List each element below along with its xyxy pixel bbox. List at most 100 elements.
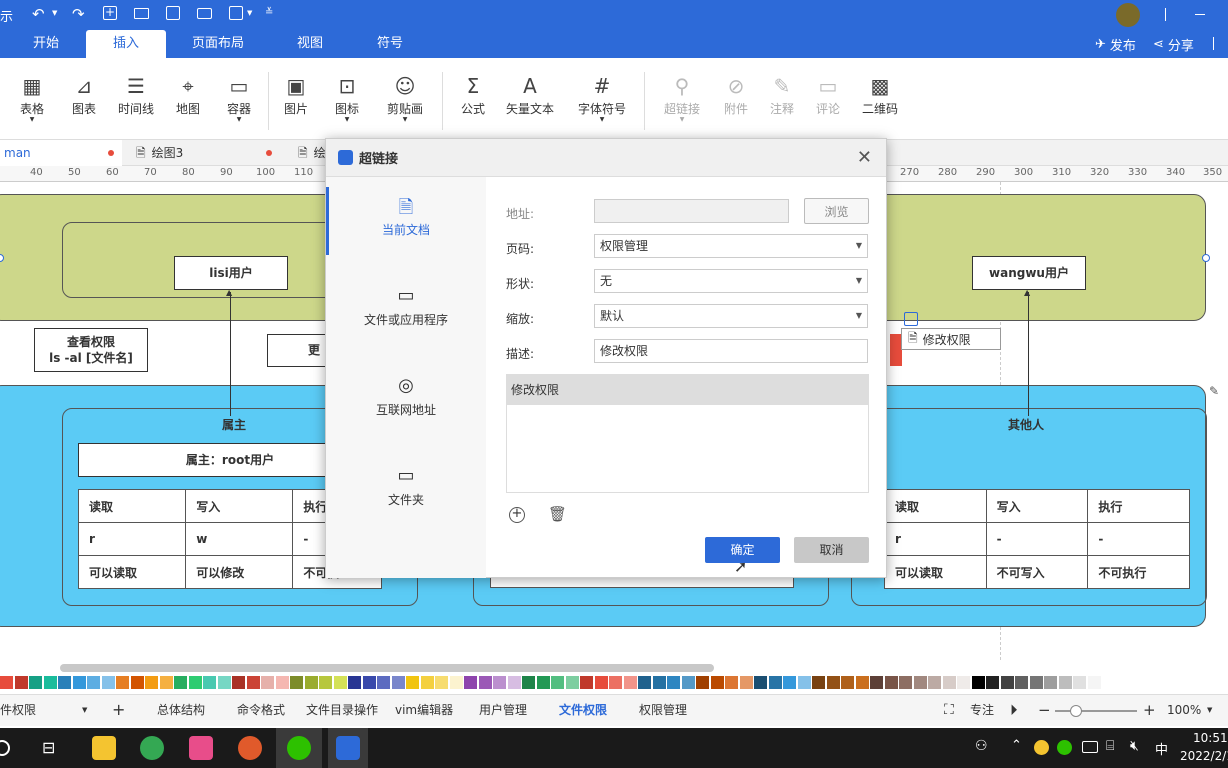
resize-handle[interactable] <box>1202 254 1210 262</box>
zoom-out-icon[interactable]: − <box>1038 695 1051 725</box>
sheet-tab[interactable]: 命令格式 <box>237 695 285 725</box>
horizontal-scrollbar[interactable] <box>60 664 714 672</box>
color-swatch[interactable] <box>884 676 898 689</box>
color-swatch[interactable] <box>841 676 854 689</box>
formula-button[interactable]: Σ 公式 <box>445 72 501 117</box>
color-swatch[interactable] <box>1044 676 1057 689</box>
color-swatch[interactable] <box>870 676 883 689</box>
color-swatch[interactable] <box>522 676 535 689</box>
color-swatch[interactable] <box>87 676 100 689</box>
battery-icon[interactable] <box>1082 741 1098 753</box>
wechat-tray-icon[interactable] <box>1057 740 1072 755</box>
sheet-tab[interactable]: vim编辑器 <box>395 695 453 725</box>
color-swatch[interactable] <box>333 676 347 689</box>
chevron-down-icon[interactable]: ▼ <box>1207 695 1212 725</box>
color-swatch[interactable] <box>768 676 782 689</box>
color-swatch[interactable] <box>1058 676 1072 689</box>
color-swatch[interactable] <box>116 676 129 689</box>
color-swatch[interactable] <box>478 676 492 689</box>
tab-symbol[interactable]: 符号 <box>366 30 414 58</box>
color-swatch[interactable] <box>638 676 651 689</box>
chrome-icon[interactable] <box>140 736 164 760</box>
doc-tab-drawing3[interactable]: 🗎 绘图3 <box>132 140 280 166</box>
open-folder-icon[interactable] <box>134 8 149 19</box>
color-swatch[interactable] <box>1015 676 1028 689</box>
vector-text-button[interactable]: A 矢量文本 <box>496 72 564 117</box>
sheet-tab[interactable]: 用户管理 <box>479 695 527 725</box>
color-swatch[interactable] <box>725 676 738 689</box>
chart-button[interactable]: ⊿ 图表 <box>56 72 112 117</box>
focus-icon[interactable]: ⛶ <box>944 695 954 725</box>
color-swatch[interactable] <box>507 676 521 689</box>
color-swatch[interactable] <box>188 676 202 689</box>
file-explorer-icon[interactable] <box>92 736 116 760</box>
zoom-slider[interactable] <box>1055 710 1137 712</box>
color-swatch[interactable] <box>957 676 970 689</box>
color-swatch[interactable] <box>275 676 289 689</box>
undo-dropdown-icon[interactable]: ▼ <box>52 9 57 17</box>
nav-internet-address[interactable]: ◎ 互联网地址 <box>326 375 486 418</box>
qrcode-button[interactable]: ▩ 二维码 <box>852 72 908 117</box>
icon-button[interactable]: ⊡ 图标 ▼ <box>319 72 375 123</box>
clock-time[interactable]: 10:51 <box>1193 731 1228 745</box>
add-icon[interactable]: + <box>509 507 525 523</box>
avatar[interactable] <box>1116 3 1140 27</box>
zoom-in-icon[interactable]: + <box>1143 695 1156 725</box>
sheet-tab-active[interactable]: 文件权限 <box>559 695 607 725</box>
hyperlink-marker-icon[interactable] <box>904 312 918 326</box>
color-swatch[interactable] <box>1000 676 1014 689</box>
undo-icon[interactable]: ↶ <box>32 5 45 23</box>
chevron-up-icon[interactable]: ⌃ <box>1011 738 1022 753</box>
color-swatch[interactable] <box>754 676 767 689</box>
color-swatch[interactable] <box>232 676 245 689</box>
people-icon[interactable]: ⚇ <box>975 738 988 754</box>
color-swatch[interactable] <box>0 676 13 689</box>
color-swatch[interactable] <box>72 676 86 689</box>
wechat-icon[interactable] <box>287 736 311 760</box>
lisi-user-box[interactable]: lisi用户 <box>174 256 288 290</box>
edit-icon[interactable]: ✎ <box>1209 384 1219 398</box>
snail-app-icon[interactable] <box>238 736 262 760</box>
tab-start[interactable]: 开始 <box>20 30 72 58</box>
color-swatch[interactable] <box>58 676 71 689</box>
close-icon[interactable]: ✕ <box>857 147 872 168</box>
volume-muted-icon[interactable]: 🔇︎ <box>1130 738 1139 754</box>
redo-icon[interactable]: ↷ <box>72 5 85 23</box>
color-swatch[interactable] <box>797 676 811 689</box>
wangwu-user-box[interactable]: wangwu用户 <box>972 256 1086 290</box>
color-swatch[interactable] <box>783 676 796 689</box>
image-button[interactable]: ▣ 图片 <box>268 72 324 117</box>
color-swatch[interactable] <box>652 676 666 689</box>
save-icon[interactable] <box>166 6 180 20</box>
view-permission-box[interactable]: 查看权限 ls -al [文件名] <box>34 328 148 372</box>
timeline-button[interactable]: ☰ 时间线 <box>108 72 164 117</box>
page-select[interactable]: 权限管理 ▼ <box>594 234 868 258</box>
color-swatch[interactable] <box>348 676 361 689</box>
tab-page-layout[interactable]: 页面布局 <box>186 30 250 58</box>
color-swatch[interactable] <box>217 676 231 689</box>
color-swatch[interactable] <box>159 676 173 689</box>
address-input[interactable] <box>594 199 789 223</box>
color-swatch[interactable] <box>246 676 260 689</box>
color-swatch[interactable] <box>174 676 187 689</box>
color-swatch[interactable] <box>681 676 695 689</box>
color-swatch[interactable] <box>580 676 593 689</box>
add-sheet-icon[interactable]: + <box>112 695 125 725</box>
nav-folder[interactable]: ▭ 文件夹 <box>326 465 486 508</box>
color-swatch[interactable] <box>739 676 753 689</box>
nav-current-document[interactable]: 🗎 当前文档 <box>326 187 486 255</box>
color-swatch[interactable] <box>493 676 506 689</box>
color-swatch[interactable] <box>29 676 42 689</box>
color-swatch[interactable] <box>406 676 419 689</box>
zoom-level[interactable]: 100% <box>1167 695 1201 725</box>
color-swatch[interactable] <box>304 676 318 689</box>
focus-label[interactable]: 专注 <box>970 695 994 725</box>
color-swatch[interactable] <box>362 676 376 689</box>
color-palette[interactable] <box>0 676 1228 692</box>
color-swatch[interactable] <box>203 676 216 689</box>
color-swatch[interactable] <box>261 676 274 689</box>
description-input[interactable]: 修改权限 <box>594 339 868 363</box>
color-swatch[interactable] <box>130 676 144 689</box>
color-swatch[interactable] <box>942 676 956 689</box>
color-swatch[interactable] <box>609 676 622 689</box>
